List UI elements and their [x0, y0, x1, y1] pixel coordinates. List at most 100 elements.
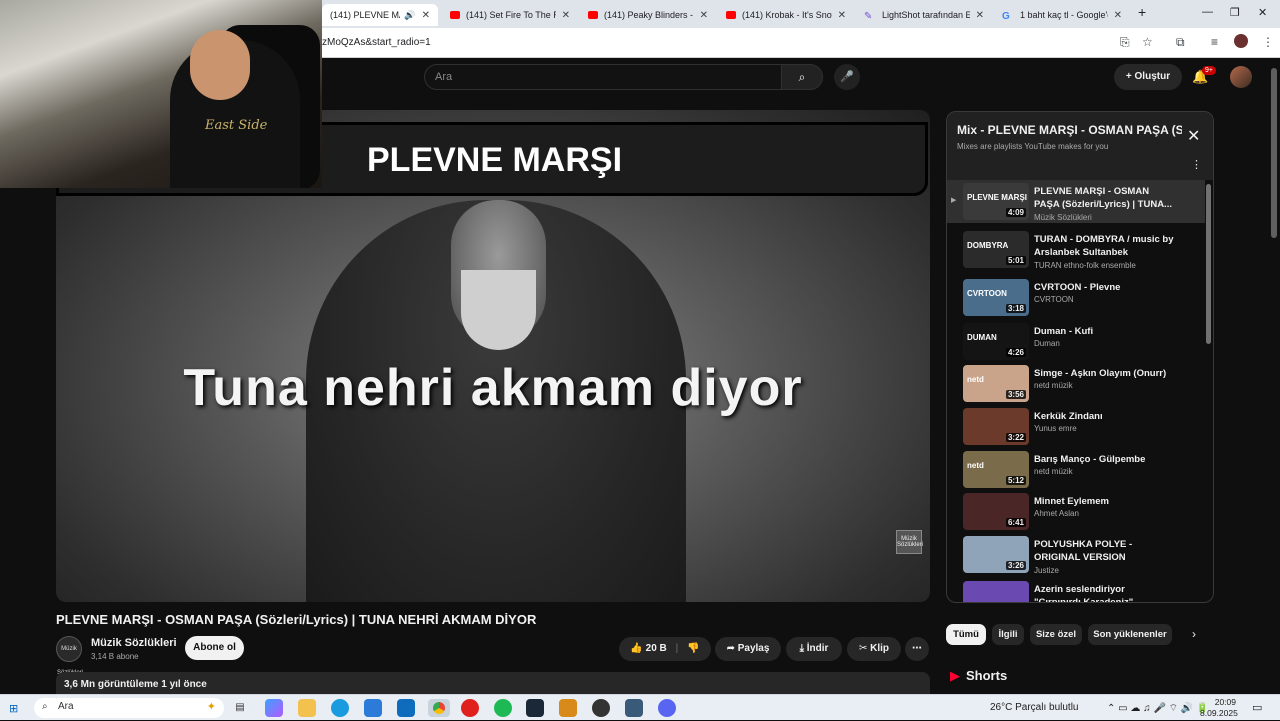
steam-icon[interactable] [526, 699, 544, 717]
task-view-icon[interactable]: ▤ [231, 699, 249, 717]
playlist-thumbnail[interactable]: DUMAN 4:26 [963, 323, 1029, 360]
dislike-button[interactable]: 👎 [687, 643, 699, 654]
taskbar-search[interactable]: ⌕ Ara ✦ [34, 698, 224, 718]
store-icon[interactable] [364, 699, 382, 717]
playlist-thumbnail[interactable]: netd 3:56 [963, 365, 1029, 402]
playlist-item-title: Simge - Aşkın Olayım (Onurr) [1034, 368, 1167, 379]
copilot-icon[interactable] [265, 699, 283, 717]
more-actions-button[interactable]: ⋯ [905, 637, 929, 661]
weather-widget[interactable]: 26°C Parçalı bulutlu [990, 702, 1079, 713]
clock-time: 20:09 [1214, 697, 1236, 707]
minimize-icon[interactable]: — [1202, 6, 1213, 18]
close-tab-icon[interactable]: ✕ [562, 10, 570, 21]
like-button[interactable]: 👍 20 B [630, 643, 666, 654]
playlist-scrollbar[interactable] [1206, 184, 1211, 344]
playlist-item-title: Kerkük Zindanı [1034, 411, 1103, 422]
discord-icon[interactable] [658, 699, 676, 717]
playlist-thumbnail[interactable]: 6:41 [963, 493, 1029, 530]
chip-recent[interactable]: Son yüklenenler [1088, 624, 1172, 645]
tab-krobak[interactable]: (141) Krobak - It's Snowin ✕ [718, 4, 854, 26]
search-button[interactable]: ⌕ [781, 64, 823, 90]
close-tab-icon[interactable]: ✕ [1114, 10, 1122, 21]
spotify-icon[interactable] [494, 699, 512, 717]
outlook-icon[interactable] [397, 699, 415, 717]
obs-icon[interactable] [592, 699, 610, 717]
playlist-thumbnail[interactable]: 3:26 [963, 536, 1029, 573]
playlist-item[interactable]: netd 3:56 Simge - Aşkın Olayım (Onurr) netd… [947, 362, 1205, 405]
media-control-icon[interactable]: ≡ [1211, 35, 1218, 49]
chip-all[interactable]: Tümü [946, 624, 986, 645]
channel-name[interactable]: Müzik Sözlükleri [91, 637, 177, 649]
clock[interactable]: 20:09 8.09.2025 [1200, 697, 1238, 719]
tab-peaky[interactable]: (141) Peaky Blinders - Wo ✕ [580, 4, 716, 26]
playlist-item[interactable]: 3:22 Kerkük Zindanı Yunus emre [947, 405, 1205, 448]
playlist-item[interactable]: netd 5:12 Barış Manço - Gülpembe netd müzik [947, 448, 1205, 491]
share-button[interactable]: ➦ Paylaş [715, 637, 781, 661]
tab-lightshot[interactable]: ✎ LightShot tarafından Ekra ✕ [856, 4, 992, 26]
user-avatar[interactable] [1230, 66, 1252, 88]
new-tab-button[interactable]: + [1138, 4, 1146, 20]
description-box[interactable]: 3,6 Mn görüntüleme 1 yıl önce [56, 672, 930, 696]
playlist-thumbnail[interactable] [963, 581, 1029, 602]
close-tab-icon[interactable]: ✕ [976, 10, 984, 21]
playlist-item-title: Duman - Kufi [1034, 326, 1094, 337]
shorts-icon: ▶ [950, 668, 960, 683]
playlist-title[interactable]: Mix - PLEVNE MARŞI - OSMAN PAŞA (Sözleri… [957, 123, 1182, 137]
menu-icon[interactable]: ⋮ [1262, 35, 1274, 49]
tab-label: (141) Peaky Blinders - Wo [604, 10, 694, 20]
chrome-icon[interactable] [428, 699, 450, 717]
page-scrollbar[interactable] [1271, 68, 1277, 238]
tab-set-fire[interactable]: (141) Set Fire To The Rain ✕ [442, 4, 578, 26]
app-icon[interactable] [559, 699, 577, 717]
tab-plevne[interactable]: (141) PLEVNE MARŞI 🔊 ✕ [322, 4, 438, 26]
more-vert-icon[interactable]: ⋮ [1191, 158, 1202, 171]
close-tab-icon[interactable]: ✕ [700, 10, 708, 21]
playlist-item[interactable]: DOMBYRA 5:01 TURAN - DOMBYRA / music by Ar… [947, 228, 1205, 271]
download-button[interactable]: ⤓ İndir [786, 637, 842, 661]
search-input[interactable]: Ara [424, 64, 782, 90]
playlist-item[interactable]: Azerin seslendiriyor "Çırpınırdı Karaden… [947, 578, 1205, 602]
bookmark-star-icon[interactable]: ☆ [1142, 35, 1153, 49]
file-explorer-icon[interactable] [298, 699, 316, 717]
playlist-thumbnail[interactable]: 3:22 [963, 408, 1029, 445]
scissors-icon: ✂ [858, 643, 868, 654]
voice-search-button[interactable]: 🎤 [834, 64, 860, 90]
restore-icon[interactable]: ❐ [1230, 6, 1240, 19]
clip-button[interactable]: ✂ Klip [847, 637, 901, 661]
channel-watermark[interactable]: Müzik Sözlükleri [896, 530, 923, 554]
extensions-icon[interactable]: ⧉ [1176, 35, 1185, 50]
like-dislike-group: 👍 20 B | 👎 [619, 637, 711, 661]
playlist-item[interactable]: 6:41 Minnet Eylemem Ahmet Aslan [947, 490, 1205, 533]
playlist-item[interactable]: 3:26 POLYUSHKA POLYE - ORIGINAL VERSION Ju… [947, 533, 1205, 576]
playlist-thumbnail[interactable]: netd 5:12 [963, 451, 1029, 488]
url-field[interactable]: zMoQzAs&start_radio=1 [322, 37, 431, 48]
system-tray[interactable]: ⌃ ▭ ☁ ♫ 🎤 ⌔ 🔊 🔋 [1107, 702, 1209, 715]
chip-for-you[interactable]: Size özel [1030, 624, 1082, 645]
profile-icon[interactable] [1234, 34, 1248, 48]
clock-date: 8.09.2025 [1200, 708, 1238, 718]
notification-icon[interactable]: ▭ [1252, 701, 1262, 714]
app-icon-2[interactable] [625, 699, 643, 717]
playlist-item[interactable]: ▶ PLEVNE MARŞI 4:09 PLEVNE MARŞI - OSMAN PA… [947, 180, 1205, 223]
tab-google[interactable]: G 1 baht kaç tl - Google'da ✕ [994, 4, 1130, 26]
chevron-right-icon[interactable]: › [1192, 627, 1196, 641]
playlist-item-channel: Ahmet Aslan [1034, 509, 1079, 518]
edge-icon[interactable] [331, 699, 349, 717]
subscribe-button[interactable]: Abone ol [185, 636, 244, 660]
cast-icon[interactable]: ⎘ [1120, 35, 1130, 50]
chip-related[interactable]: İlgili [992, 624, 1024, 645]
close-icon[interactable]: ✕ [1187, 126, 1200, 146]
windows-start-icon[interactable]: ⊞ [9, 702, 18, 715]
playlist-thumbnail[interactable]: PLEVNE MARŞI 4:09 [963, 183, 1029, 220]
close-tab-icon[interactable]: ✕ [422, 10, 430, 21]
playlist-thumbnail[interactable]: CVRTOON 3:18 [963, 279, 1029, 316]
channel-avatar[interactable]: Müzik Sözlükleri [56, 636, 83, 676]
playlist-thumbnail[interactable]: DOMBYRA 5:01 [963, 231, 1029, 268]
opera-icon[interactable] [461, 699, 479, 717]
playlist-item[interactable]: CVRTOON 3:18 CVRTOON - Plevne CVRTOON [947, 276, 1205, 319]
close-tab-icon[interactable]: ✕ [838, 10, 846, 21]
playlist-item[interactable]: DUMAN 4:26 Duman - Kufi Duman [947, 320, 1205, 363]
close-window-icon[interactable]: ✕ [1258, 6, 1267, 19]
speaker-icon[interactable]: 🔊 [404, 10, 415, 21]
create-button[interactable]: + Oluştur [1114, 64, 1182, 90]
